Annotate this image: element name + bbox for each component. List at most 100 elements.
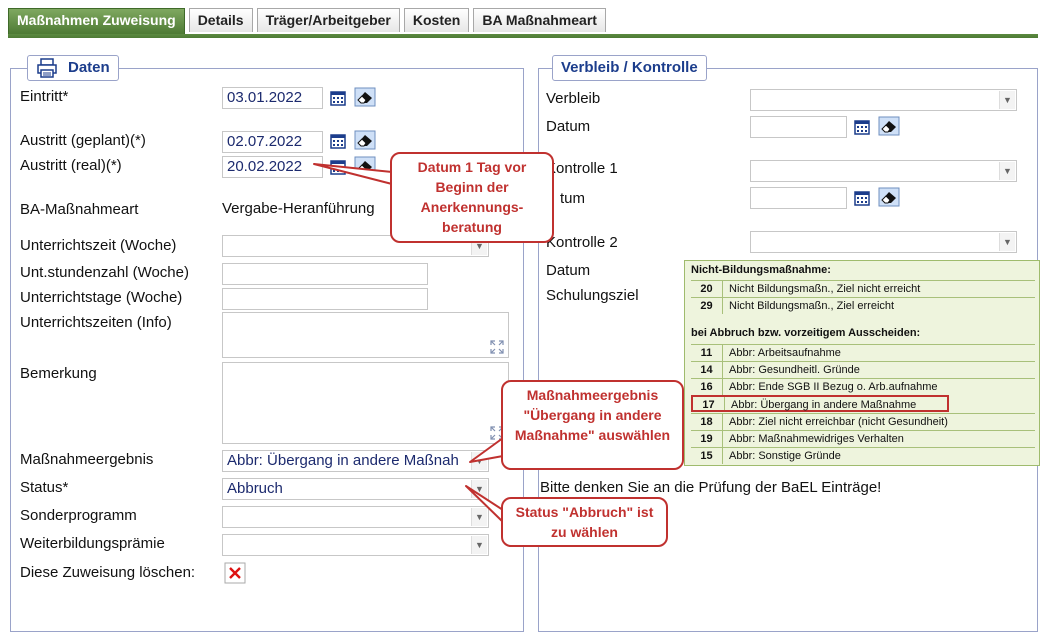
unterrichtszeit-woche-label: Unterrichtszeit (Woche) [20,237,177,254]
kontrolle1-datum-label: tum [560,190,586,207]
print-icon[interactable] [36,58,58,78]
callout-massnahmeergebnis: Maßnahmeergebnis "Übergang in andere Maß… [501,380,684,470]
table-row-highlighted: 17 Abbr: Übergang in andere Maßnahme [691,395,949,412]
verbleib-legend: Verbleib / Kontrolle [552,55,707,81]
row-code: 15 [691,448,723,464]
table-header-nicht-bildung: Nicht-Bildungsmaßnahme: [691,264,831,276]
row-code: 11 [691,345,723,361]
chevron-down-icon: ▼ [999,162,1015,180]
verbleib-datum-field[interactable] [750,116,847,138]
massnahmeergebnis-label: Maßnahmeergebnis [20,451,154,468]
unt-stundenzahl-field[interactable] [222,263,428,285]
table-row: 11 Abbr: Arbeitsaufnahme [691,344,1035,361]
unterrichtstage-field[interactable] [222,288,428,310]
tab-bar: Maßnahmen Zuweisung Details Träger/Arbei… [8,8,606,36]
table-row: 19 Abbr: Maßnahmewidriges Verhalten [691,430,1035,447]
row-text: Abbr: Arbeitsaufnahme [729,347,841,359]
kontrolle1-datum-field[interactable] [750,187,847,209]
massnahmeergebnis-select[interactable]: Abbr: Übergang in andere Maßnah ▼ [222,450,489,472]
delete-x-icon[interactable] [224,562,246,584]
kontrolle1-label: Kontrolle 1 [546,160,618,177]
verbleib-datum-label: Datum [546,118,591,135]
row-code: 20 [691,281,723,297]
row-code: 17 [693,397,725,411]
austritt-real-label: Austritt (real)(*) [20,157,122,174]
sonderprogramm-label: Sonderprogramm [20,507,137,524]
row-code: 14 [691,362,723,378]
row-text: Abbr: Ziel nicht erreichbar (nicht Gesun… [729,416,948,428]
chevron-down-icon: ▼ [999,91,1015,109]
table-row: 29 Nicht Bildungsmaßn., Ziel erreicht [691,297,1035,314]
eraser-icon[interactable] [878,187,900,207]
verbleib-label: Verbleib [546,90,601,107]
unt-stundenzahl-label: Unt.stundenzahl (Woche) [20,264,189,281]
calendar-icon[interactable] [328,157,348,177]
kontrolle2-label: Kontrolle 2 [546,234,618,251]
tab-underline [8,34,1038,38]
massnahmeergebnis-value: Abbr: Übergang in andere Maßnah [227,452,459,469]
row-text: Abbr: Übergang in andere Maßnahme [731,399,917,411]
row-text: Abbr: Ende SGB II Bezug o. Arb.aufnahme [729,381,938,393]
eintritt-field[interactable]: 03.01.2022 [222,87,323,109]
ergebnis-code-table: Nicht-Bildungsmaßnahme: 20 Nicht Bildungs… [684,260,1040,466]
weiterbildungspraemie-select[interactable]: ▼ [222,534,489,556]
table-row: 16 Abbr: Ende SGB II Bezug o. Arb.aufnahm… [691,378,1035,395]
tab-kosten[interactable]: Kosten [403,8,470,32]
bemerkung-textarea[interactable] [222,362,509,444]
kontrolle1-select[interactable]: ▼ [750,160,1017,182]
eraser-icon[interactable] [878,116,900,136]
status-label: Status* [20,479,69,496]
chevron-down-icon: ▼ [471,480,487,498]
row-code: 19 [691,431,723,447]
unterrichtszeiten-info-label: Unterrichtszeiten (Info) [20,314,172,331]
chevron-down-icon: ▼ [471,452,487,470]
chevron-down-icon: ▼ [999,233,1015,251]
table-row: 14 Abbr: Gesundheitl. Gründe [691,361,1035,378]
verbleib-select[interactable]: ▼ [750,89,1017,111]
chevron-down-icon: ▼ [471,536,487,554]
daten-title: Daten [68,59,110,76]
ba-massnahmeart-label: BA-Maßnahmeart [20,201,139,218]
table-row: 15 Abbr: Sonstige Gründe [691,447,1035,464]
row-code: 16 [691,379,723,395]
unterrichtstage-label: Unterrichtstage (Woche) [20,289,183,306]
eintritt-label: Eintritt* [20,88,69,105]
calendar-icon[interactable] [852,117,872,137]
daten-legend: Daten [27,55,119,81]
sonderprogramm-select[interactable]: ▼ [222,506,489,528]
bael-note: Bitte denken Sie an die Prüfung der BaEL… [540,479,882,496]
tab-massnahmen-zuweisung[interactable]: Maßnahmen Zuweisung [8,8,185,34]
expand-icon[interactable] [490,340,504,354]
tab-details[interactable]: Details [188,8,253,32]
callout-datum: Datum 1 Tag vor Beginn der Anerkennungs-… [390,152,554,243]
kontrolle2-select[interactable]: ▼ [750,231,1017,253]
zuweisung-loeschen-label: Diese Zuweisung löschen: [20,564,196,581]
austritt-real-field[interactable]: 20.02.2022 [222,156,323,178]
row-text: Abbr: Sonstige Gründe [729,450,841,462]
row-code: 18 [691,414,723,430]
eraser-icon[interactable] [354,87,376,107]
chevron-down-icon: ▼ [471,508,487,526]
austritt-geplant-label: Austritt (geplant)(*) [20,132,146,149]
table-row: 20 Nicht Bildungsmaßn., Ziel nicht erreic… [691,280,1035,297]
unterrichtszeiten-info-textarea[interactable] [222,312,509,358]
table-row: 18 Abbr: Ziel nicht erreichbar (nicht Ges… [691,413,1035,430]
tab-traeger-arbeitgeber[interactable]: Träger/Arbeitgeber [256,8,400,32]
calendar-icon[interactable] [852,188,872,208]
table-header-abbruch: bei Abbruch bzw. vorzeitigem Ausscheiden… [691,327,921,339]
row-text: Nicht Bildungsmaßn., Ziel erreicht [729,300,895,312]
calendar-icon[interactable] [328,131,348,151]
row-text: Abbr: Maßnahmewidriges Verhalten [729,433,904,445]
row-text: Nicht Bildungsmaßn., Ziel nicht erreicht [729,283,921,295]
calendar-icon[interactable] [328,88,348,108]
row-code: 29 [691,298,723,314]
austritt-geplant-field[interactable]: 02.07.2022 [222,131,323,153]
schulungsziel-label: Schulungsziel [546,287,639,304]
bemerkung-label: Bemerkung [20,365,97,382]
eraser-icon[interactable] [354,156,376,176]
kontrolle2-datum-label: Datum [546,262,591,279]
status-select[interactable]: Abbruch ▼ [222,478,489,500]
tab-ba-massnahmeart[interactable]: BA Maßnahmeart [473,8,606,32]
verbleib-title: Verbleib / Kontrolle [561,59,698,76]
eraser-icon[interactable] [354,130,376,150]
